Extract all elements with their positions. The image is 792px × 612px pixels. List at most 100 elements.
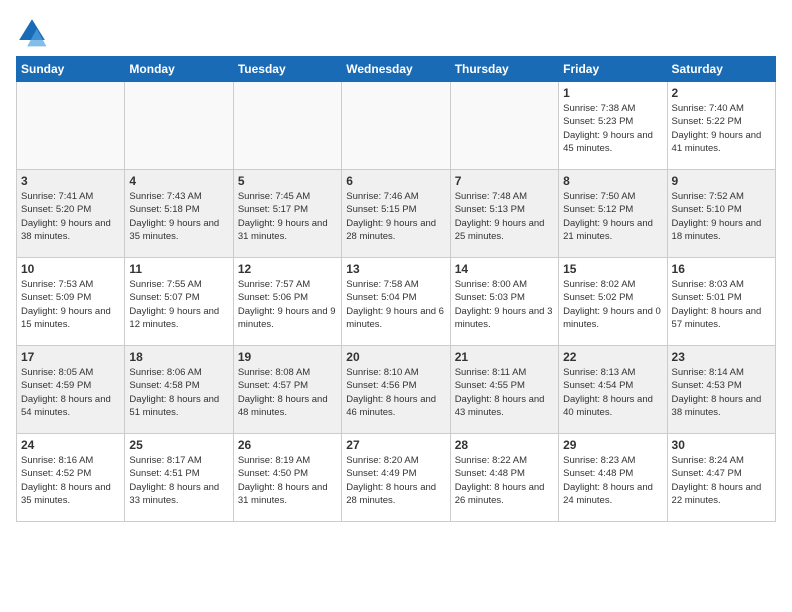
day-details: Sunrise: 8:16 AMSunset: 4:52 PMDaylight:… xyxy=(21,454,120,507)
day-number: 7 xyxy=(455,174,554,188)
day-number: 14 xyxy=(455,262,554,276)
day-cell: 5 Sunrise: 7:45 AMSunset: 5:17 PMDaylight… xyxy=(233,170,341,258)
day-details: Sunrise: 8:03 AMSunset: 5:01 PMDaylight:… xyxy=(672,278,771,331)
day-details: Sunrise: 7:55 AMSunset: 5:07 PMDaylight:… xyxy=(129,278,228,331)
day-cell: 13 Sunrise: 7:58 AMSunset: 5:04 PMDayligh… xyxy=(342,258,450,346)
day-number: 23 xyxy=(672,350,771,364)
day-details: Sunrise: 8:14 AMSunset: 4:53 PMDaylight:… xyxy=(672,366,771,419)
logo xyxy=(16,16,52,48)
day-details: Sunrise: 8:00 AMSunset: 5:03 PMDaylight:… xyxy=(455,278,554,331)
day-number: 13 xyxy=(346,262,445,276)
day-number: 6 xyxy=(346,174,445,188)
day-cell: 29Sunrise: 8:23 AMSunset: 4:48 PMDayligh… xyxy=(559,434,667,522)
day-number: 3 xyxy=(21,174,120,188)
day-details: Sunrise: 8:10 AMSunset: 4:56 PMDaylight:… xyxy=(346,366,445,419)
day-cell: 20 Sunrise: 8:10 AMSunset: 4:56 PMDayligh… xyxy=(342,346,450,434)
day-number: 17 xyxy=(21,350,120,364)
day-cell: 8 Sunrise: 7:50 AMSunset: 5:12 PMDaylight… xyxy=(559,170,667,258)
col-header-saturday: Saturday xyxy=(667,57,775,82)
day-cell: 7 Sunrise: 7:48 AMSunset: 5:13 PMDaylight… xyxy=(450,170,558,258)
day-cell: 16 Sunrise: 8:03 AMSunset: 5:01 PMDayligh… xyxy=(667,258,775,346)
day-details: Sunrise: 8:22 AMSunset: 4:48 PMDaylight:… xyxy=(455,454,554,507)
col-header-wednesday: Wednesday xyxy=(342,57,450,82)
day-number: 12 xyxy=(238,262,337,276)
day-details: Sunrise: 7:50 AMSunset: 5:12 PMDaylight:… xyxy=(563,190,662,243)
day-details: Sunrise: 8:13 AMSunset: 4:54 PMDaylight:… xyxy=(563,366,662,419)
day-number: 4 xyxy=(129,174,228,188)
day-details: Sunrise: 8:06 AMSunset: 4:58 PMDaylight:… xyxy=(129,366,228,419)
day-details: Sunrise: 7:40 AMSunset: 5:22 PMDaylight:… xyxy=(672,102,771,155)
day-cell: 11 Sunrise: 7:55 AMSunset: 5:07 PMDayligh… xyxy=(125,258,233,346)
day-details: Sunrise: 7:48 AMSunset: 5:13 PMDaylight:… xyxy=(455,190,554,243)
day-number: 28 xyxy=(455,438,554,452)
day-cell: 26 Sunrise: 8:19 AMSunset: 4:50 PMDayligh… xyxy=(233,434,341,522)
page-header xyxy=(16,16,776,48)
week-row-2: 3 Sunrise: 7:41 AMSunset: 5:20 PMDaylight… xyxy=(17,170,776,258)
day-cell: 1Sunrise: 7:38 AMSunset: 5:23 PMDaylight… xyxy=(559,82,667,170)
day-cell xyxy=(17,82,125,170)
day-cell: 3 Sunrise: 7:41 AMSunset: 5:20 PMDaylight… xyxy=(17,170,125,258)
day-number: 21 xyxy=(455,350,554,364)
day-details: Sunrise: 8:24 AMSunset: 4:47 PMDaylight:… xyxy=(672,454,771,507)
day-number: 26 xyxy=(238,438,337,452)
day-details: Sunrise: 7:45 AMSunset: 5:17 PMDaylight:… xyxy=(238,190,337,243)
day-cell: 12 Sunrise: 7:57 AMSunset: 5:06 PMDayligh… xyxy=(233,258,341,346)
week-row-1: 1Sunrise: 7:38 AMSunset: 5:23 PMDaylight… xyxy=(17,82,776,170)
day-cell: 24Sunrise: 8:16 AMSunset: 4:52 PMDayligh… xyxy=(17,434,125,522)
col-header-thursday: Thursday xyxy=(450,57,558,82)
day-cell xyxy=(233,82,341,170)
day-cell: 27 Sunrise: 8:20 AMSunset: 4:49 PMDayligh… xyxy=(342,434,450,522)
day-details: Sunrise: 8:11 AMSunset: 4:55 PMDaylight:… xyxy=(455,366,554,419)
day-cell: 30 Sunrise: 8:24 AMSunset: 4:47 PMDayligh… xyxy=(667,434,775,522)
day-details: Sunrise: 8:20 AMSunset: 4:49 PMDaylight:… xyxy=(346,454,445,507)
day-cell: 2 Sunrise: 7:40 AMSunset: 5:22 PMDaylight… xyxy=(667,82,775,170)
day-cell: 28 Sunrise: 8:22 AMSunset: 4:48 PMDayligh… xyxy=(450,434,558,522)
day-number: 8 xyxy=(563,174,662,188)
day-number: 9 xyxy=(672,174,771,188)
day-cell: 25 Sunrise: 8:17 AMSunset: 4:51 PMDayligh… xyxy=(125,434,233,522)
day-details: Sunrise: 8:17 AMSunset: 4:51 PMDaylight:… xyxy=(129,454,228,507)
day-details: Sunrise: 7:52 AMSunset: 5:10 PMDaylight:… xyxy=(672,190,771,243)
day-number: 16 xyxy=(672,262,771,276)
day-details: Sunrise: 7:43 AMSunset: 5:18 PMDaylight:… xyxy=(129,190,228,243)
day-cell: 10 Sunrise: 7:53 AMSunset: 5:09 PMDayligh… xyxy=(17,258,125,346)
day-cell: 15 Sunrise: 8:02 AMSunset: 5:02 PMDayligh… xyxy=(559,258,667,346)
day-cell: 18 Sunrise: 8:06 AMSunset: 4:58 PMDayligh… xyxy=(125,346,233,434)
day-details: Sunrise: 8:02 AMSunset: 5:02 PMDaylight:… xyxy=(563,278,662,331)
day-number: 19 xyxy=(238,350,337,364)
day-number: 18 xyxy=(129,350,228,364)
day-details: Sunrise: 7:46 AMSunset: 5:15 PMDaylight:… xyxy=(346,190,445,243)
day-number: 27 xyxy=(346,438,445,452)
day-number: 25 xyxy=(129,438,228,452)
day-details: Sunrise: 7:53 AMSunset: 5:09 PMDaylight:… xyxy=(21,278,120,331)
day-number: 15 xyxy=(563,262,662,276)
day-details: Sunrise: 7:57 AMSunset: 5:06 PMDaylight:… xyxy=(238,278,337,331)
day-cell: 14 Sunrise: 8:00 AMSunset: 5:03 PMDayligh… xyxy=(450,258,558,346)
day-cell: 21 Sunrise: 8:11 AMSunset: 4:55 PMDayligh… xyxy=(450,346,558,434)
day-number: 30 xyxy=(672,438,771,452)
col-header-friday: Friday xyxy=(559,57,667,82)
day-number: 22 xyxy=(563,350,662,364)
day-details: Sunrise: 7:38 AMSunset: 5:23 PMDaylight:… xyxy=(563,102,662,155)
week-row-4: 17 Sunrise: 8:05 AMSunset: 4:59 PMDayligh… xyxy=(17,346,776,434)
week-row-3: 10 Sunrise: 7:53 AMSunset: 5:09 PMDayligh… xyxy=(17,258,776,346)
day-number: 2 xyxy=(672,86,771,100)
day-details: Sunrise: 8:05 AMSunset: 4:59 PMDaylight:… xyxy=(21,366,120,419)
day-number: 10 xyxy=(21,262,120,276)
day-details: Sunrise: 8:08 AMSunset: 4:57 PMDaylight:… xyxy=(238,366,337,419)
day-cell: 22 Sunrise: 8:13 AMSunset: 4:54 PMDayligh… xyxy=(559,346,667,434)
col-header-sunday: Sunday xyxy=(17,57,125,82)
day-number: 20 xyxy=(346,350,445,364)
day-number: 11 xyxy=(129,262,228,276)
day-cell: 4 Sunrise: 7:43 AMSunset: 5:18 PMDaylight… xyxy=(125,170,233,258)
day-cell xyxy=(450,82,558,170)
day-number: 5 xyxy=(238,174,337,188)
col-header-monday: Monday xyxy=(125,57,233,82)
day-details: Sunrise: 8:19 AMSunset: 4:50 PMDaylight:… xyxy=(238,454,337,507)
day-cell: 17 Sunrise: 8:05 AMSunset: 4:59 PMDayligh… xyxy=(17,346,125,434)
day-details: Sunrise: 7:41 AMSunset: 5:20 PMDaylight:… xyxy=(21,190,120,243)
day-cell: 19 Sunrise: 8:08 AMSunset: 4:57 PMDayligh… xyxy=(233,346,341,434)
day-cell xyxy=(125,82,233,170)
day-details: Sunrise: 7:58 AMSunset: 5:04 PMDaylight:… xyxy=(346,278,445,331)
day-cell xyxy=(342,82,450,170)
